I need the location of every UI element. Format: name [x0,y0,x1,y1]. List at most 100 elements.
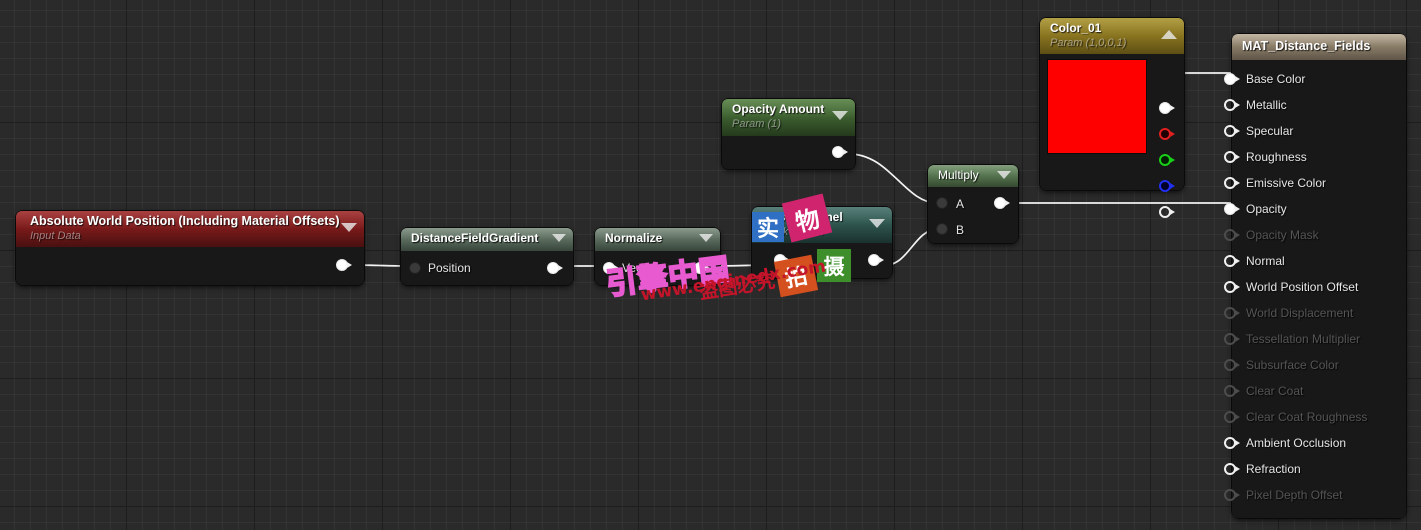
color-swatch-preview[interactable] [1047,59,1147,154]
material-input-label: Emissive Color [1246,176,1327,190]
node-material-output[interactable]: MAT_Distance_Fields Base Color Metallic Sp… [1224,34,1406,518]
material-input-row[interactable]: Roughness [1224,144,1406,170]
node-header[interactable]: Color_01 Param (1,0,0,1) [1040,18,1184,54]
node-absolute-world-position[interactable]: Absolute World Position (Including Mater… [16,211,364,285]
pin-nib [1235,310,1240,316]
chevron-down-icon[interactable] [552,234,566,242]
material-input-row[interactable]: Ambient Occlusion [1224,430,1406,456]
pin-output[interactable] [547,262,563,274]
pin-output-a[interactable] [1159,206,1175,218]
node-body [722,136,855,169]
pin-nib [1235,466,1240,472]
pin-opacity[interactable] [1224,203,1240,215]
node-title: MAT_Distance_Fields [1242,39,1371,53]
material-input-row[interactable]: Specular [1224,118,1406,144]
pin-output-rgba[interactable] [1159,102,1175,114]
pin-emissive-color[interactable] [1224,177,1240,189]
pin-nib [1170,183,1175,189]
chevron-up-icon[interactable] [1161,30,1177,39]
node-body: A B [928,187,1018,243]
node-multiply[interactable]: Multiply A B [928,165,1018,243]
chevron-down-icon[interactable] [699,234,713,242]
pin-output[interactable] [994,197,1010,209]
pin-input-position[interactable] [409,262,425,274]
material-input-row[interactable]: Clear Coat [1224,378,1406,404]
material-input-row[interactable]: Pixel Depth Offset [1224,482,1406,508]
pin-refraction[interactable] [1224,463,1240,475]
node-title: Absolute World Position (Including Mater… [30,214,340,228]
node-distance-field-gradient[interactable]: DistanceFieldGradient Position [401,228,573,285]
pin-input-a[interactable] [936,197,952,209]
chevron-down-icon[interactable] [832,111,848,120]
material-input-label: Roughness [1246,150,1307,164]
pin-nib [879,257,884,263]
material-input-label: Normal [1246,254,1285,268]
material-input-row[interactable]: Opacity Mask [1224,222,1406,248]
pin-nib [1235,492,1240,498]
pin-output-b[interactable] [1159,180,1175,192]
pin-output[interactable] [868,254,884,266]
node-header[interactable]: MAT_Distance_Fields [1232,34,1406,60]
pin-nib [1170,157,1175,163]
wire-opacity-to-multiply-a [848,153,938,204]
material-input-label: Ambient Occlusion [1246,436,1347,450]
material-input-row[interactable]: World Displacement [1224,300,1406,326]
node-header[interactable]: DistanceFieldGradient [401,228,573,251]
pin-input-b[interactable] [936,223,952,235]
material-input-label: Tessellation Multiplier [1246,332,1361,346]
material-input-row[interactable]: Normal [1224,248,1406,274]
pin-output-g[interactable] [1159,154,1175,166]
pin-nib [947,226,952,232]
material-input-label: Opacity [1246,202,1287,216]
pin-nib [1170,131,1175,137]
material-graph-canvas[interactable]: Absolute World Position (Including Mater… [0,0,1421,530]
node-title: Multiply [938,168,979,182]
material-input-row[interactable]: Emissive Color [1224,170,1406,196]
node-body: Position [401,251,573,285]
pin-clear-coat[interactable] [1224,385,1240,397]
pin-label-b: B [956,223,965,237]
pin-specular[interactable] [1224,125,1240,137]
pin-label-a: A [956,197,965,211]
material-input-row[interactable]: Clear Coat Roughness [1224,404,1406,430]
chevron-down-icon[interactable] [869,219,885,228]
pin-clear-coat-roughness[interactable] [1224,411,1240,423]
pin-metallic[interactable] [1224,99,1240,111]
pin-opacity-mask[interactable] [1224,229,1240,241]
material-input-row[interactable]: Opacity [1224,196,1406,222]
material-input-label: Refraction [1246,462,1301,476]
material-input-row[interactable]: Refraction [1224,456,1406,482]
material-input-label: Clear Coat Roughness [1246,410,1368,424]
pin-nib [1235,76,1240,82]
node-opacity-amount[interactable]: Opacity Amount Param (1) [722,99,855,169]
pin-normal[interactable] [1224,255,1240,267]
pin-output[interactable] [336,259,352,271]
node-header[interactable]: Multiply [928,165,1018,187]
node-color-01[interactable]: Color_01 Param (1,0,0,1) [1040,18,1184,218]
chevron-down-icon[interactable] [341,223,357,232]
material-input-row[interactable]: Base Color [1224,66,1406,92]
pin-subsurface-color[interactable] [1224,359,1240,371]
node-title: Opacity Amount [732,102,825,116]
pin-pixel-depth-offset[interactable] [1224,489,1240,501]
pin-nib [1235,362,1240,368]
pin-nib [1235,336,1240,342]
material-input-row[interactable]: Subsurface Color [1224,352,1406,378]
material-input-row[interactable]: World Position Offset [1224,274,1406,300]
node-body [16,247,364,285]
node-header[interactable]: Absolute World Position (Including Mater… [16,211,364,247]
pin-tessellation-multiplier[interactable] [1224,333,1240,345]
pin-nib [347,262,352,268]
pin-output[interactable] [832,146,848,158]
pin-roughness[interactable] [1224,151,1240,163]
pin-nib [1235,440,1240,446]
pin-ambient-occlusion[interactable] [1224,437,1240,449]
material-input-row[interactable]: Metallic [1224,92,1406,118]
pin-base-color[interactable] [1224,73,1240,85]
pin-world-displacement[interactable] [1224,307,1240,319]
chevron-down-icon[interactable] [997,171,1011,179]
material-input-row[interactable]: Tessellation Multiplier [1224,326,1406,352]
node-header[interactable]: Opacity Amount Param (1) [722,99,855,136]
pin-world-position-offset[interactable] [1224,281,1240,293]
pin-output-r[interactable] [1159,128,1175,140]
